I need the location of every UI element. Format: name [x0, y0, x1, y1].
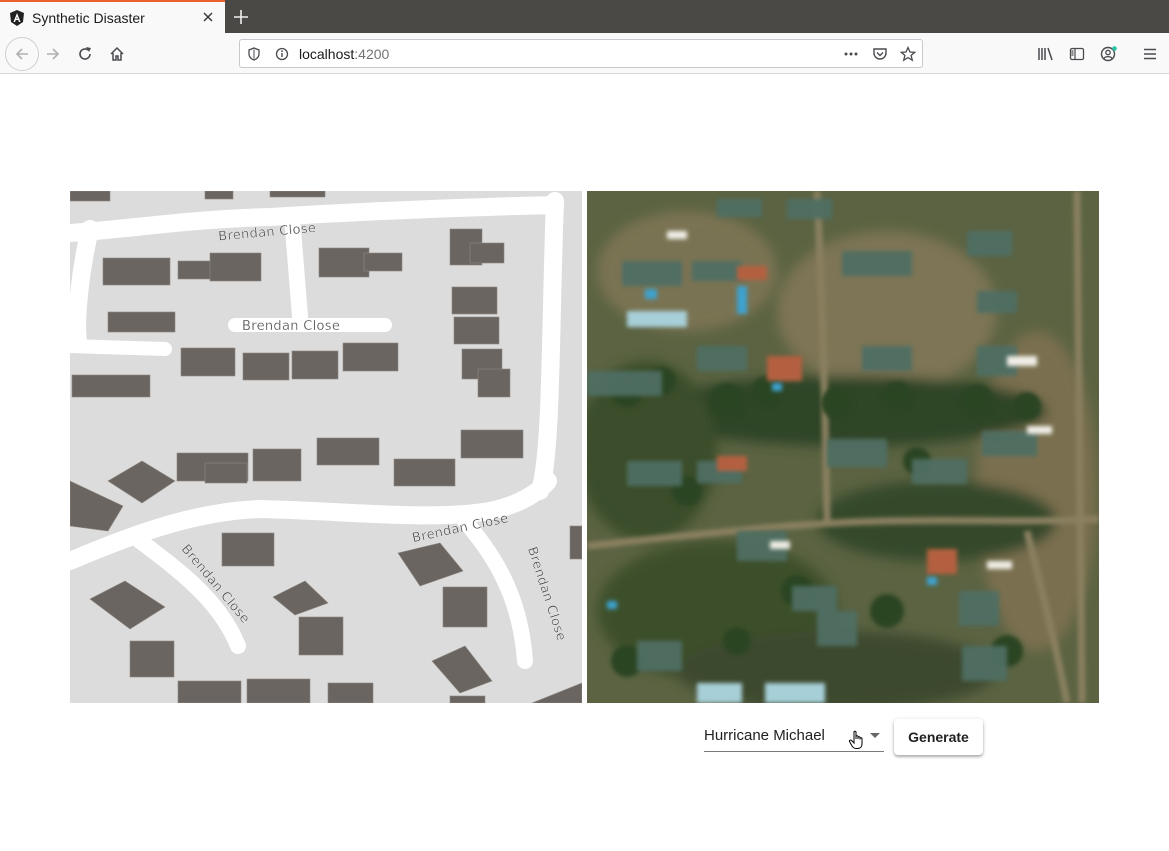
tab-title: Synthetic Disaster	[32, 9, 145, 26]
hand-cursor-icon	[848, 730, 866, 750]
navigation-bar: localhost:4200	[0, 33, 1169, 74]
page-actions-icon[interactable]	[843, 46, 859, 62]
disaster-select-value: Hurricane Michael	[704, 727, 825, 744]
street-label-2: Brendan Close	[242, 319, 340, 334]
tab-synthetic-disaster[interactable]: Synthetic Disaster	[0, 0, 225, 33]
angular-favicon-icon	[9, 9, 25, 26]
account-icon[interactable]	[1096, 41, 1122, 67]
site-info-icon[interactable]	[274, 46, 290, 62]
satellite-image	[587, 191, 1099, 703]
new-tab-icon[interactable]	[230, 6, 252, 28]
url-text[interactable]: localhost:4200	[299, 46, 389, 62]
sidebar-icon[interactable]	[1064, 41, 1090, 67]
generate-button[interactable]: Generate	[894, 719, 983, 755]
reload-icon[interactable]	[72, 41, 98, 67]
url-host: localhost	[299, 46, 355, 62]
dropdown-arrow-icon	[870, 733, 880, 738]
close-tab-icon[interactable]	[200, 9, 216, 25]
bookmark-star-icon[interactable]	[900, 46, 916, 62]
url-bar[interactable]: localhost:4200	[239, 39, 923, 68]
menu-icon[interactable]	[1137, 41, 1163, 67]
url-port: :4200	[354, 46, 390, 62]
back-icon[interactable]	[5, 37, 39, 71]
pocket-icon[interactable]	[872, 46, 888, 62]
library-icon[interactable]	[1033, 41, 1059, 67]
tab-strip: Synthetic Disaster	[0, 0, 1169, 33]
forward-icon[interactable]	[40, 41, 66, 67]
home-icon[interactable]	[104, 41, 130, 67]
tracking-shield-icon[interactable]	[246, 46, 262, 62]
street-map-image: Brendan Close Brendan Close Brendan Clos…	[70, 191, 582, 703]
